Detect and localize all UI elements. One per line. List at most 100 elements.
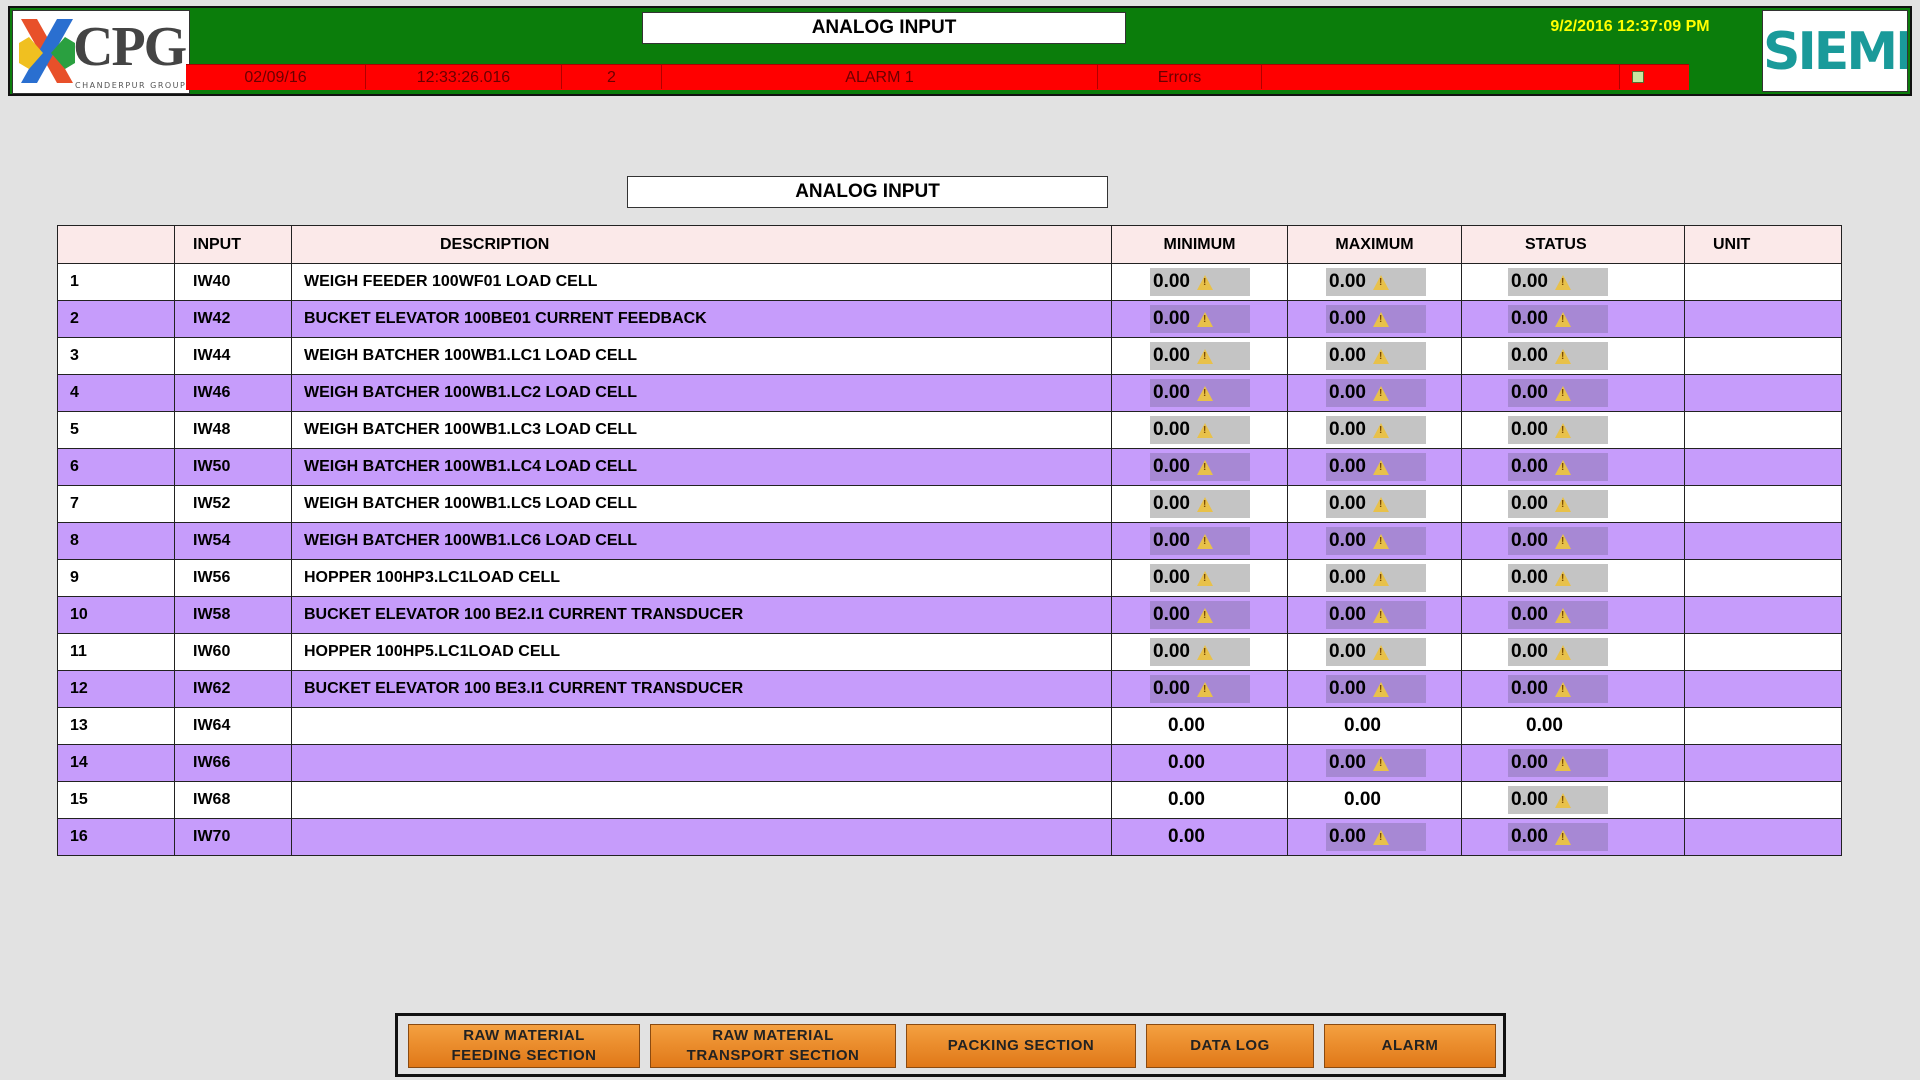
row-unit	[1684, 744, 1842, 782]
status-value-text: 0.00	[1511, 308, 1548, 329]
min-value-text: 0.00	[1168, 752, 1205, 773]
alarm-banner[interactable]: 02/09/16 12:33:26.016 2 ALARM 1 Errors	[186, 64, 1689, 90]
table-row: 9IW56HOPPER 100HP3.LC1LOAD CELL 0.00 0.00 0…	[57, 559, 1842, 597]
header-clock: 9/2/2016 12:37:09 PM	[1550, 18, 1710, 35]
row-input-address: IW52	[174, 485, 292, 523]
max-value-field[interactable]: 0.00	[1326, 342, 1426, 370]
row-unit	[1684, 411, 1842, 449]
row-description	[291, 781, 1112, 819]
min-value-text: 0.00	[1153, 567, 1190, 588]
min-value-field[interactable]: 0.00	[1150, 527, 1250, 555]
min-value-field[interactable]: 0.00	[1150, 675, 1250, 703]
min-value-field[interactable]: 0.00	[1150, 453, 1250, 481]
min-value-field[interactable]: 0.00	[1150, 268, 1250, 296]
row-description: WEIGH BATCHER 100WB1.LC5 LOAD CELL	[291, 485, 1112, 523]
min-value-text: 0.00	[1153, 604, 1190, 625]
max-value-field[interactable]: 0.00	[1326, 305, 1426, 333]
data-log-button[interactable]: DATA LOG	[1146, 1024, 1314, 1068]
col-header-maximum: MAXIMUM	[1287, 225, 1462, 264]
row-min-cell: 0.00	[1111, 781, 1288, 819]
col-header-minimum: MINIMUM	[1111, 225, 1288, 264]
col-header-number	[57, 225, 175, 264]
max-value-field[interactable]: 0.00	[1326, 638, 1426, 666]
status-value-field[interactable]: 0.00	[1508, 675, 1608, 703]
raw-material-transport-button[interactable]: RAW MATERIAL TRANSPORT SECTION	[650, 1024, 896, 1068]
row-min-cell: 0.00	[1111, 522, 1288, 560]
warning-icon	[1555, 793, 1571, 808]
warning-icon	[1555, 608, 1571, 623]
min-value-field[interactable]: 0.00	[1150, 305, 1250, 333]
min-value-text: 0.00	[1153, 493, 1190, 514]
min-value-text: 0.00	[1168, 789, 1205, 810]
status-value-text: 0.00	[1511, 419, 1548, 440]
cpg-logo: CPG CHANDERPUR GROUP	[12, 10, 190, 94]
row-max-cell: 0.00	[1287, 374, 1462, 412]
row-input-address: IW58	[174, 596, 292, 634]
row-number: 1	[57, 263, 175, 301]
status-value-field[interactable]: 0.00	[1508, 601, 1608, 629]
status-value-field[interactable]: 0.00	[1508, 342, 1608, 370]
max-value-field[interactable]: 0.00	[1326, 379, 1426, 407]
min-value-field[interactable]: 0.00	[1150, 416, 1250, 444]
row-description: WEIGH BATCHER 100WB1.LC6 LOAD CELL	[291, 522, 1112, 560]
status-value-field[interactable]: 0.00	[1508, 823, 1608, 851]
max-value-text: 0.00	[1344, 789, 1381, 810]
min-value-field[interactable]: 0.00	[1150, 379, 1250, 407]
status-value-field[interactable]: 0.00	[1508, 786, 1608, 814]
status-value-field[interactable]: 0.00	[1508, 268, 1608, 296]
status-value-field[interactable]: 0.00	[1508, 305, 1608, 333]
row-min-cell: 0.00	[1111, 485, 1288, 523]
status-value-field[interactable]: 0.00	[1508, 416, 1608, 444]
status-value-field[interactable]: 0.00	[1508, 749, 1608, 777]
raw-material-feeding-button[interactable]: RAW MATERIAL FEEDING SECTION	[408, 1024, 640, 1068]
row-min-cell: 0.00	[1111, 633, 1288, 671]
max-value-field[interactable]: 0.00	[1326, 527, 1426, 555]
row-status-cell: 0.00	[1461, 374, 1685, 412]
alarm-ack-button[interactable]	[1620, 65, 1664, 89]
max-value-field[interactable]: 0.00	[1326, 749, 1426, 777]
warning-icon	[1197, 386, 1213, 401]
packing-section-button[interactable]: PACKING SECTION	[906, 1024, 1136, 1068]
max-value-text: 0.00	[1329, 456, 1366, 477]
status-value-field[interactable]: 0.00	[1508, 527, 1608, 555]
max-value-text: 0.00	[1329, 752, 1366, 773]
status-value-field[interactable]: 0.00	[1508, 564, 1608, 592]
status-value-text: 0.00	[1511, 678, 1548, 699]
min-value-field[interactable]: 0.00	[1150, 638, 1250, 666]
row-description	[291, 707, 1112, 745]
max-value-field[interactable]: 0.00	[1326, 823, 1426, 851]
row-min-cell: 0.00	[1111, 559, 1288, 597]
status-value-field[interactable]: 0.00	[1508, 638, 1608, 666]
min-value-field[interactable]: 0.00	[1150, 601, 1250, 629]
row-status-cell: 0.00	[1461, 781, 1685, 819]
max-value-field[interactable]: 0.00	[1326, 564, 1426, 592]
row-status-cell: 0.00	[1461, 485, 1685, 523]
warning-icon	[1197, 423, 1213, 438]
row-input-address: IW60	[174, 633, 292, 671]
status-value-field[interactable]: 0.00	[1508, 453, 1608, 481]
status-value-field[interactable]: 0.00	[1508, 379, 1608, 407]
row-number: 6	[57, 448, 175, 486]
max-value-field[interactable]: 0.00	[1326, 675, 1426, 703]
min-value-text: 0.00	[1153, 308, 1190, 329]
max-value-field[interactable]: 0.00	[1326, 601, 1426, 629]
max-value-field[interactable]: 0.00	[1326, 268, 1426, 296]
max-value-text: 0.00	[1329, 308, 1366, 329]
row-number: 11	[57, 633, 175, 671]
max-value-text: 0.00	[1329, 678, 1366, 699]
alarm-button[interactable]: ALARM	[1324, 1024, 1496, 1068]
min-value-field[interactable]: 0.00	[1150, 564, 1250, 592]
status-value-field[interactable]: 0.00	[1508, 490, 1608, 518]
row-unit	[1684, 781, 1842, 819]
col-header-status: STATUS	[1461, 225, 1685, 264]
min-value-field[interactable]: 0.00	[1150, 490, 1250, 518]
row-number: 9	[57, 559, 175, 597]
row-number: 7	[57, 485, 175, 523]
max-value-field[interactable]: 0.00	[1326, 490, 1426, 518]
min-value-text: 0.00	[1153, 271, 1190, 292]
min-value-field[interactable]: 0.00	[1150, 342, 1250, 370]
row-min-cell: 0.00	[1111, 744, 1288, 782]
max-value-field[interactable]: 0.00	[1326, 453, 1426, 481]
max-value-field[interactable]: 0.00	[1326, 416, 1426, 444]
row-number: 10	[57, 596, 175, 634]
